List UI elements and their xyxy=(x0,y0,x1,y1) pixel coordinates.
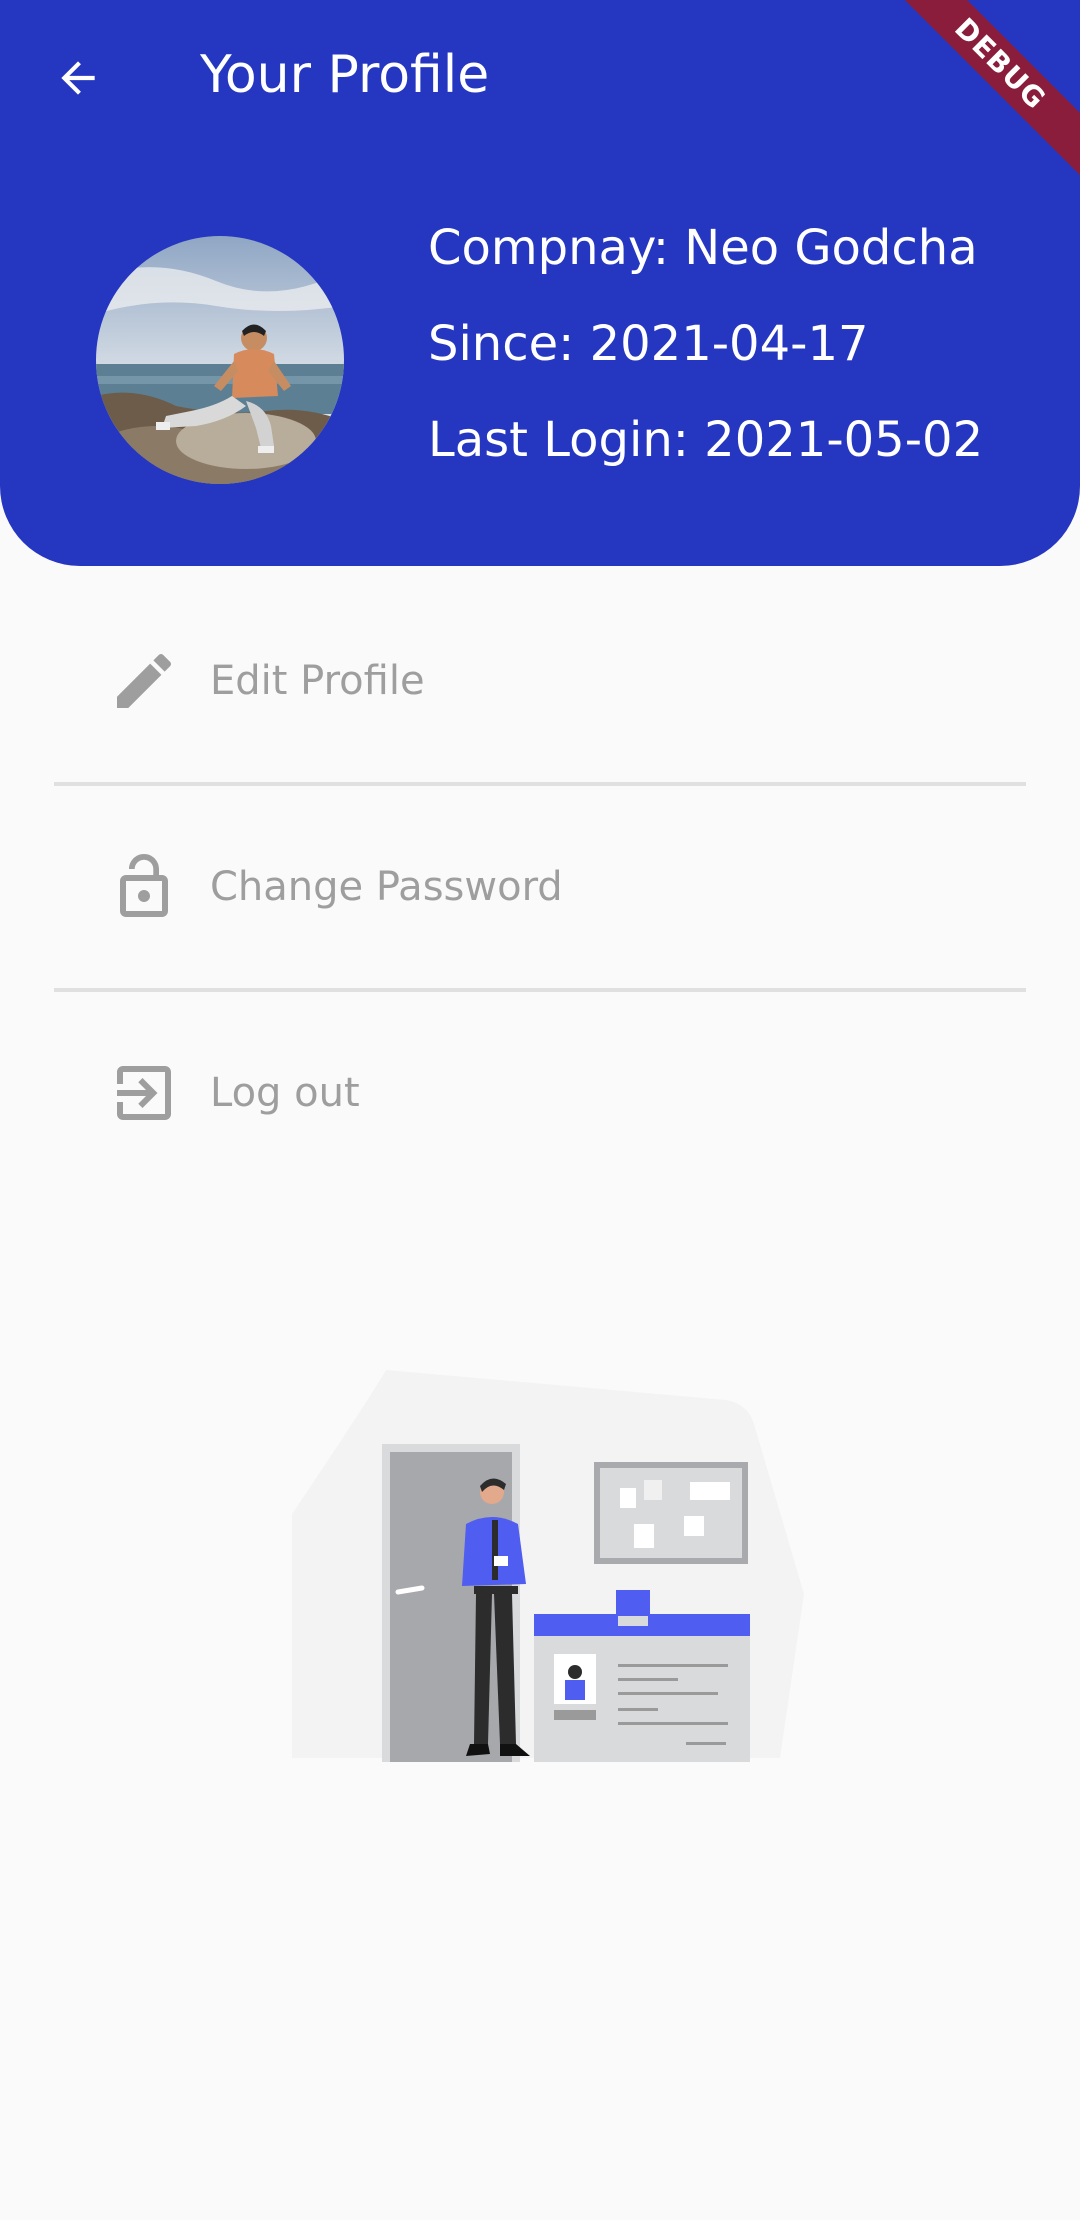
avatar xyxy=(96,236,344,484)
change-password-item[interactable]: Change Password xyxy=(54,786,1026,988)
logout-item[interactable]: Log out xyxy=(54,992,1026,1194)
arrow-back-icon xyxy=(61,61,95,95)
last-login-text: Last Login: 2021-05-02 xyxy=(428,412,984,468)
debug-banner: DEBUG xyxy=(878,0,1080,186)
profile-info: Compnay: Neo Godcha Since: 2021-04-17 La… xyxy=(428,214,983,502)
edit-profile-item[interactable]: Edit Profile xyxy=(54,580,1026,782)
edit-profile-label: Edit Profile xyxy=(210,658,425,704)
logout-icon xyxy=(117,1066,171,1120)
page-title: Your Profile xyxy=(200,45,490,105)
lock-open-icon xyxy=(120,854,168,917)
office-illustration xyxy=(292,1370,804,1762)
pencil-icon xyxy=(117,653,172,708)
avatar-photo xyxy=(96,236,344,484)
profile-header: Your Profile DEBUG Compnay: Neo Godcha S… xyxy=(0,0,1080,566)
back-button[interactable] xyxy=(44,44,112,112)
since-text: Since: 2021-04-17 xyxy=(428,316,869,372)
change-password-label: Change Password xyxy=(210,864,563,910)
company-text: Compnay: Neo Godcha xyxy=(428,220,978,276)
logout-label: Log out xyxy=(210,1070,360,1116)
profile-menu: Edit Profile Change Password Log out xyxy=(54,580,1026,1194)
